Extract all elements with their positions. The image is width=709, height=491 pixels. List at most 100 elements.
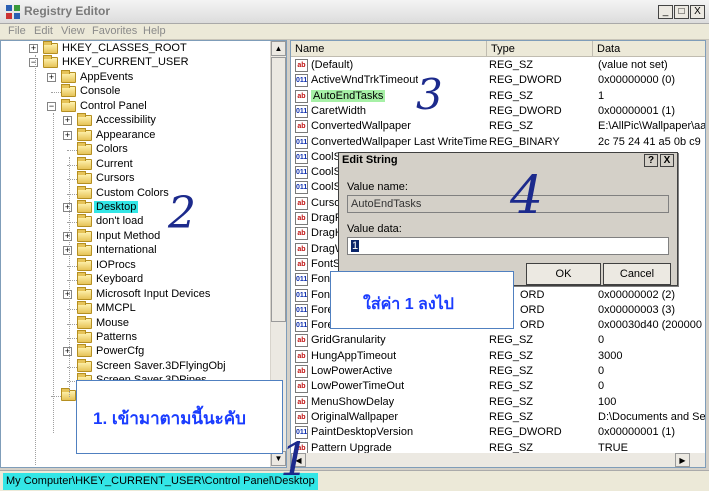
tree-item[interactable]: MMCPL	[1, 301, 271, 316]
string-value-icon: ab	[295, 365, 308, 378]
value-name-field: AutoEndTasks	[347, 195, 669, 213]
value-row[interactable]: ab LowPowerActive REG_SZ 0	[291, 364, 705, 379]
scroll-up-icon[interactable]: ▲	[271, 41, 286, 56]
tree-item[interactable]: Keyboard	[1, 272, 271, 287]
tree-item[interactable]: Cursors	[1, 171, 271, 186]
tree-item[interactable]: − HKEY_CURRENT_USER	[1, 55, 271, 70]
value-type: REG_SZ	[489, 59, 534, 71]
tree-item[interactable]: Custom Colors	[1, 185, 271, 201]
list-header: Name Type Data	[291, 41, 705, 57]
expand-icon[interactable]: +	[47, 72, 56, 82]
expand-icon[interactable]: +	[29, 44, 38, 53]
value-row[interactable]: ab MenuShowDelay REG_SZ 100	[291, 395, 705, 410]
value-row[interactable]: ab LowPowerTimeOut REG_SZ 0	[291, 379, 705, 394]
scroll-thumb[interactable]	[271, 57, 286, 322]
expand-icon[interactable]: +	[63, 347, 72, 357]
folder-icon	[77, 286, 92, 300]
scroll-right-icon[interactable]: ▶	[675, 453, 690, 467]
binary-value-icon: 011	[295, 74, 308, 88]
tree-item-label: Desktop	[94, 200, 139, 213]
menu-edit[interactable]: Edit	[34, 25, 53, 37]
folder-icon	[77, 315, 92, 329]
value-data: 0	[598, 365, 605, 377]
minimize-button[interactable]: _	[658, 5, 673, 19]
value-row[interactable]: 011 PaintDesktopVersion REG_DWORD 0x0000000…	[291, 425, 705, 440]
collapse-icon[interactable]: −	[29, 58, 38, 68]
tree-item[interactable]: + Appearance	[1, 127, 271, 143]
value-data-label: Value data:	[347, 223, 402, 235]
expand-icon[interactable]: +	[63, 289, 72, 299]
string-value-icon: ab	[295, 349, 308, 363]
value-type: ORD	[520, 319, 545, 332]
folder-icon	[43, 41, 58, 54]
value-name: AutoEndTasks	[311, 89, 386, 102]
value-row[interactable]: 011 ConvertedWallpaper Last WriteTime REG_…	[291, 135, 705, 150]
maximize-button[interactable]: □	[674, 5, 689, 19]
folder-icon	[77, 156, 92, 170]
binary-value-icon: 011	[295, 104, 308, 118]
tree-item[interactable]: Screen Saver.3DFlyingObj	[1, 358, 271, 374]
tree-item-label: Mouse	[96, 316, 130, 329]
tree-item[interactable]: + Accessibility	[1, 113, 271, 128]
column-name[interactable]: Name	[291, 41, 487, 57]
tree-item[interactable]: Colors	[1, 142, 271, 157]
close-button[interactable]: X	[690, 5, 705, 19]
column-data[interactable]: Data	[593, 41, 705, 57]
tree-item[interactable]: − Control Panel	[1, 98, 271, 114]
value-name: (Default)	[311, 59, 354, 71]
folder-icon	[77, 185, 92, 199]
value-data: D:\Documents and Se	[598, 410, 706, 423]
tree-item[interactable]: + AppEvents	[1, 69, 271, 85]
cancel-button[interactable]: Cancel	[603, 263, 671, 285]
tree-item[interactable]: + HKEY_CLASSES_ROOT	[1, 41, 271, 56]
value-row[interactable]: ab ConvertedWallpaper REG_SZ E:\AllPic\Wall…	[291, 119, 705, 134]
value-name: CoolS	[311, 181, 341, 194]
expand-icon[interactable]: +	[63, 116, 72, 126]
tree-item[interactable]: Patterns	[1, 330, 271, 345]
tree-item[interactable]: + International	[1, 243, 271, 258]
dialog-help-button[interactable]: ?	[644, 154, 658, 167]
tree-item[interactable]: Mouse	[1, 315, 271, 331]
dialog-close-button[interactable]: X	[660, 154, 674, 167]
annotation-number-1: 1	[280, 432, 310, 486]
folder-icon	[77, 127, 92, 141]
value-row[interactable]: 011 ActiveWndTrkTimeout REG_DWORD 0x0000000…	[291, 73, 705, 88]
value-row[interactable]: ab GridGranularity REG_SZ 0	[291, 333, 705, 348]
value-row[interactable]: ab OriginalWallpaper REG_SZ D:\Documents an…	[291, 410, 706, 425]
value-name: OriginalWallpaper	[311, 410, 399, 423]
menu-bar: File Edit View Favorites Help	[0, 24, 709, 40]
menu-view[interactable]: View	[61, 25, 85, 37]
tree-item-label: Screen Saver.3DFlyingObj	[96, 359, 226, 372]
value-data-input[interactable]: 1	[347, 237, 669, 255]
value-row[interactable]: ab (Default) REG_SZ (value not set)	[291, 58, 705, 73]
tree-item[interactable]: IOProcs	[1, 257, 271, 273]
value-row[interactable]: ab AutoEndTasks REG_SZ 1	[291, 89, 705, 104]
tree-item[interactable]: Console	[1, 84, 271, 99]
expand-icon[interactable]: +	[63, 231, 72, 241]
menu-file[interactable]: File	[8, 25, 26, 37]
list-horizontal-scrollbar[interactable]: ◀ ▶	[291, 453, 705, 467]
registry-editor-icon	[6, 5, 20, 19]
value-data: 0x00000002 (2)	[598, 288, 676, 301]
menu-favorites[interactable]: Favorites	[92, 25, 137, 37]
tree-guide-line	[35, 55, 36, 465]
value-row[interactable]: ab HungAppTimeout REG_SZ 3000	[291, 349, 705, 364]
tree-item-label: Keyboard	[96, 273, 144, 286]
expand-icon[interactable]: +	[63, 246, 72, 256]
value-row[interactable]: 011 CaretWidth REG_DWORD 0x00000001 (1)	[291, 104, 705, 119]
column-type[interactable]: Type	[487, 41, 593, 57]
tree-item[interactable]: don't load	[1, 214, 271, 229]
tree-item[interactable]: + Microsoft Input Devices	[1, 286, 271, 302]
status-bar: My Computer\HKEY_CURRENT_USER\Control Pa…	[0, 470, 709, 491]
tree-item-label: HKEY_CLASSES_ROOT	[62, 42, 187, 54]
ok-button[interactable]: OK	[526, 263, 601, 285]
expand-icon[interactable]: +	[63, 130, 72, 140]
collapse-icon[interactable]: −	[47, 101, 56, 111]
tree-item[interactable]: + PowerCfg	[1, 344, 271, 359]
tree-item[interactable]: + Desktop	[1, 199, 271, 215]
menu-help[interactable]: Help	[143, 25, 166, 37]
tree-item[interactable]: + Input Method	[1, 228, 271, 244]
value-name: FontS	[311, 257, 341, 270]
expand-icon[interactable]: +	[63, 202, 72, 212]
tree-item[interactable]: Current	[1, 156, 271, 172]
